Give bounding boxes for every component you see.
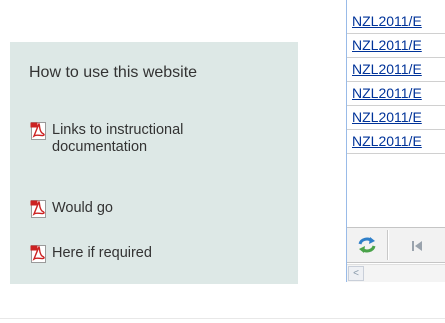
table-row: NZL2011/E [347,82,445,106]
help-link-here-if-required[interactable]: Here if required [30,245,222,263]
record-link[interactable]: NZL2011/E [352,85,422,101]
page: How to use this website Links to instruc… [0,0,445,323]
table-row: NZL2011/E [347,10,445,34]
record-link[interactable]: NZL2011/E [352,61,422,77]
pdf-icon [30,245,46,263]
first-page-icon[interactable] [411,240,423,252]
help-panel: How to use this website Links to instruc… [10,42,298,284]
table-row: NZL2011/E [347,106,445,130]
help-link-label: Here if required [52,245,152,261]
table-row: NZL2011/E [347,130,445,154]
help-title: How to use this website [29,64,198,81]
scroll-left-button[interactable]: < [348,266,364,281]
record-link[interactable]: NZL2011/E [352,13,422,29]
footer-divider [0,318,445,319]
help-link-label: Would go [52,200,113,216]
toolbar-separator [387,230,388,260]
record-link[interactable]: NZL2011/E [352,109,422,125]
pdf-icon [30,200,46,218]
data-grid: NZL2011/E NZL2011/E NZL2011/E NZL2011/E … [346,0,445,282]
help-link-label: Links to instructional documentation [52,122,184,155]
help-link-instructional-docs[interactable]: Links to instructional documentation [30,122,222,156]
help-link-would-go[interactable]: Would go [30,200,222,218]
paging-toolbar [347,227,445,263]
pdf-icon [30,122,46,140]
record-link[interactable]: NZL2011/E [352,37,422,53]
record-link[interactable]: NZL2011/E [352,133,422,149]
refresh-icon[interactable] [357,236,377,254]
table-row: NZL2011/E [347,58,445,82]
table-row: NZL2011/E [347,34,445,58]
horizontal-scrollbar[interactable]: < [347,264,445,282]
